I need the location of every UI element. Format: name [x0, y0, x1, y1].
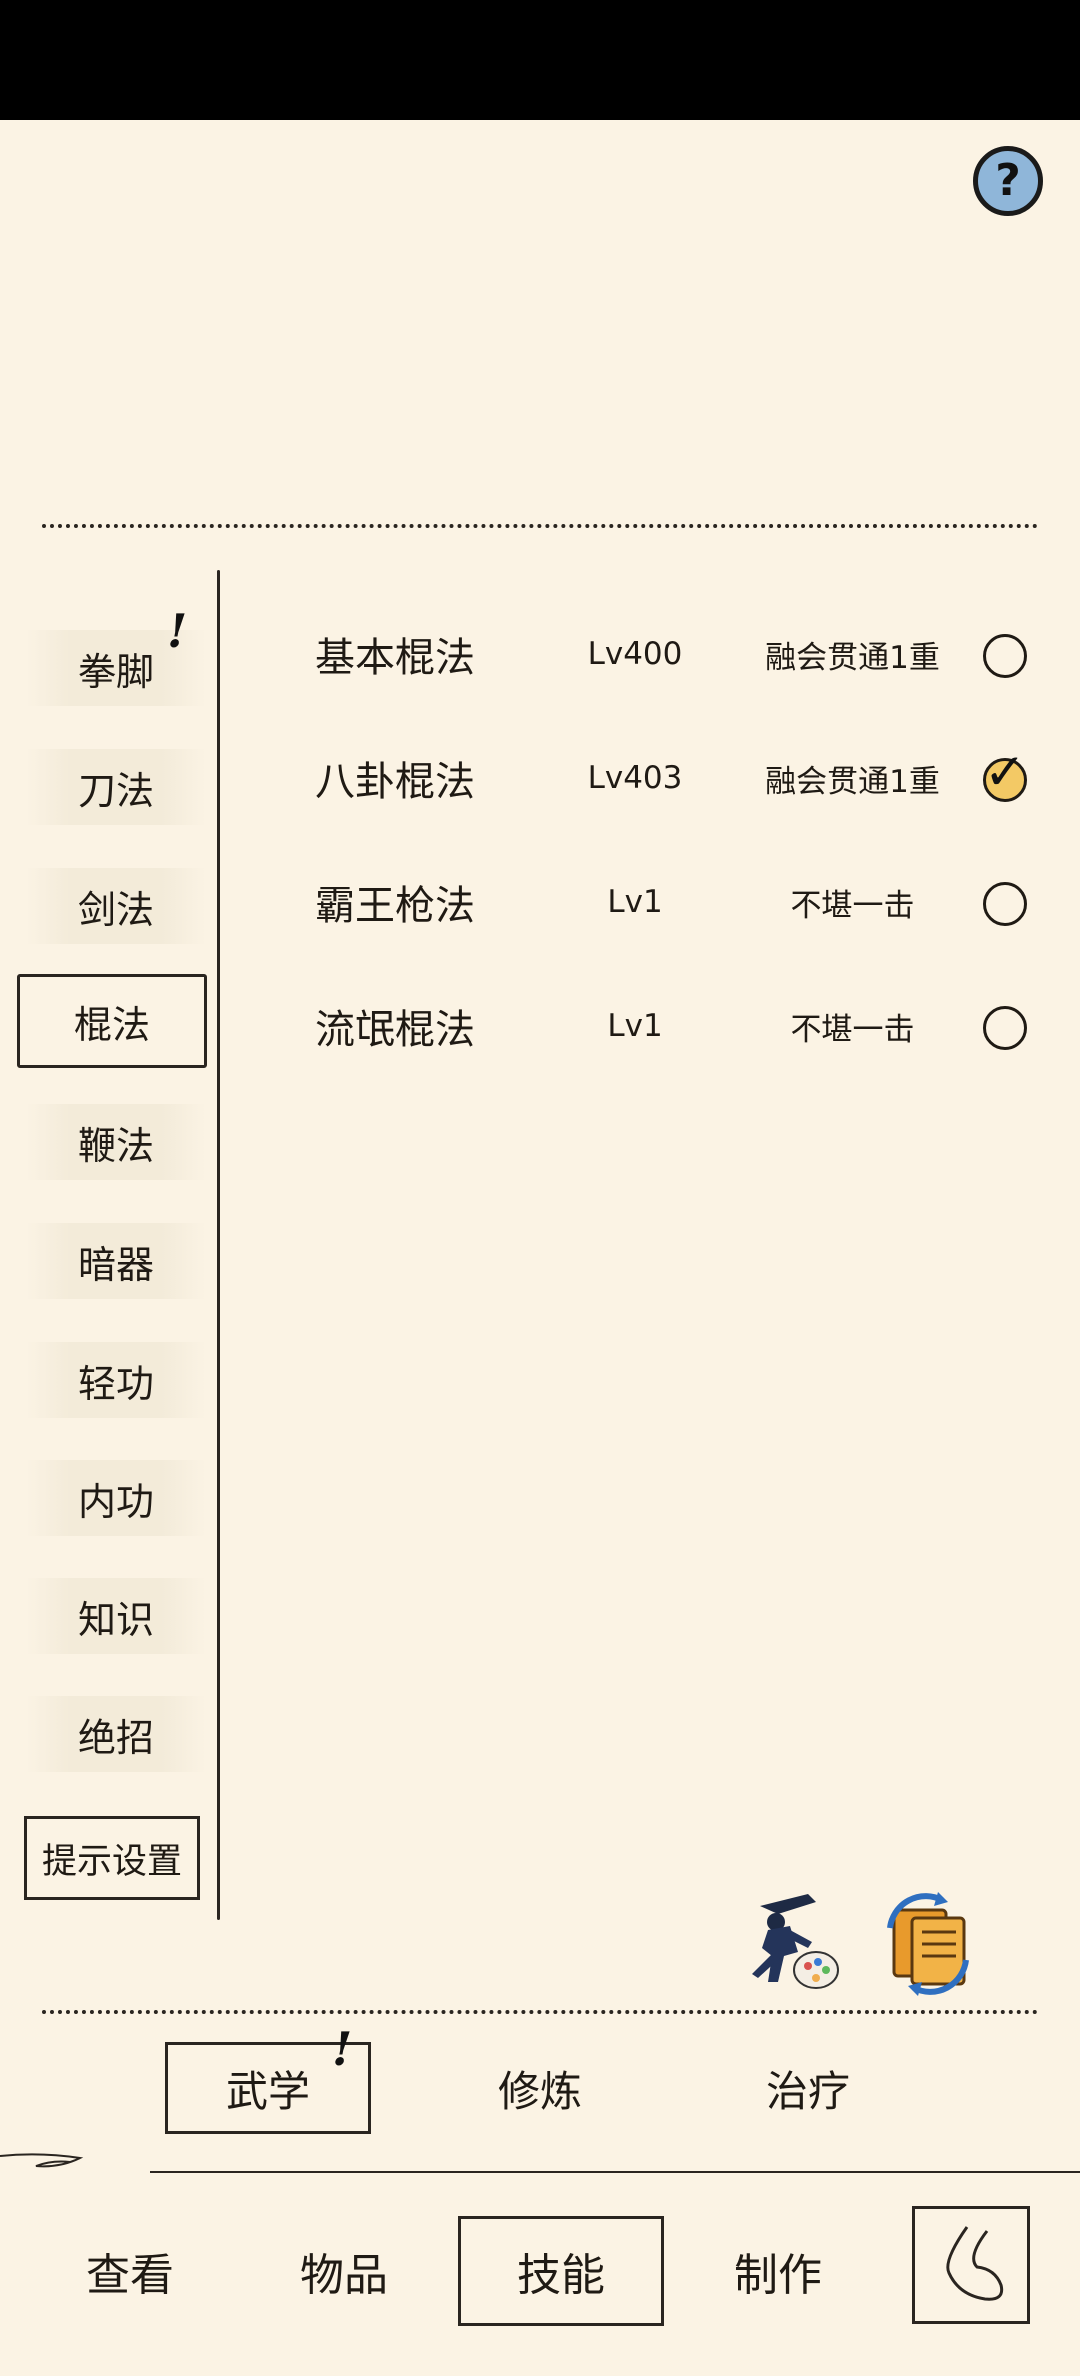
category-label: 轻功	[77, 1361, 154, 1406]
category-anqi[interactable]: 暗器	[26, 1223, 206, 1299]
martial-artist-palette-icon[interactable]	[738, 1886, 848, 1996]
new-badge-icon: !	[332, 2022, 353, 2076]
category-jianfa[interactable]: 剑法	[26, 868, 206, 944]
skill-level: Lv403	[587, 760, 683, 796]
category-label: 剑法	[77, 887, 154, 932]
category-label: 内功	[77, 1479, 154, 1524]
category-gunfa[interactable]: 棍法	[17, 974, 207, 1068]
skill-name: 八卦棍法	[315, 759, 475, 805]
check-icon: ✓	[984, 743, 1026, 801]
tab-label: 治疗	[765, 2066, 850, 2116]
nav-label: 查看	[86, 2250, 174, 2301]
equip-radio[interactable]	[983, 882, 1027, 926]
skill-level: Lv400	[587, 636, 683, 672]
tab-zhiliao[interactable]: 治疗	[708, 2042, 908, 2134]
skill-name: 霸王枪法	[315, 883, 475, 929]
category-zhishi[interactable]: 知识	[26, 1578, 206, 1654]
skill-name: 流氓棍法	[315, 1007, 475, 1053]
skill-level: Lv1	[607, 1008, 663, 1044]
nav-zhizuo[interactable]: 制作	[698, 2216, 858, 2326]
top-divider	[42, 524, 1038, 528]
swirl-divider	[0, 2153, 1080, 2173]
nav-chakan[interactable]: 查看	[50, 2216, 210, 2326]
skill-name: 基本棍法	[315, 635, 475, 681]
skill-rank: 融会贯通1重	[765, 763, 940, 800]
category-neigong[interactable]: 内功	[26, 1460, 206, 1536]
skill-rank: 融会贯通1重	[765, 639, 940, 676]
tab-label: 修炼	[497, 2066, 582, 2116]
bottom-divider	[42, 2010, 1038, 2014]
category-label: 知识	[77, 1597, 154, 1642]
sidebar-divider	[217, 570, 220, 1920]
category-qinggong[interactable]: 轻功	[26, 1342, 206, 1418]
nav-label: 制作	[734, 2250, 822, 2301]
skill-row[interactable]: 八卦棍法 Lv403 融会贯通1重 ✓	[270, 738, 1050, 818]
category-label: 绝招	[77, 1715, 154, 1760]
category-label: 棍法	[73, 1002, 150, 1047]
category-juezhao[interactable]: 绝招	[26, 1696, 206, 1772]
category-daofa[interactable]: 刀法	[26, 749, 206, 825]
nav-jineng[interactable]: 技能	[458, 2216, 664, 2326]
back-swirl-icon	[946, 2226, 1004, 2301]
category-bianfa[interactable]: 鞭法	[26, 1104, 206, 1180]
scroll-swap-icon[interactable]	[872, 1888, 982, 1998]
help-button[interactable]: ?	[973, 146, 1043, 216]
status-bar	[0, 0, 1080, 120]
equip-radio[interactable]	[983, 634, 1027, 678]
skill-row[interactable]: 霸王枪法 Lv1 不堪一击	[270, 862, 1050, 942]
nav-wupin[interactable]: 物品	[264, 2216, 424, 2326]
question-mark-icon: ?	[995, 155, 1021, 206]
category-label: 刀法	[77, 768, 154, 813]
skill-rank: 不堪一击	[790, 887, 915, 924]
tab-label: 武学	[225, 2066, 310, 2116]
equip-radio-checked[interactable]: ✓	[983, 747, 1027, 802]
skill-row[interactable]: 流氓棍法 Lv1 不堪一击	[270, 986, 1050, 1066]
skill-level: Lv1	[607, 884, 663, 920]
equip-radio[interactable]	[983, 1006, 1027, 1050]
nav-label: 技能	[517, 2250, 605, 2301]
new-badge-icon: !	[167, 604, 188, 658]
category-label: 拳脚	[77, 649, 154, 694]
category-label: 暗器	[77, 1242, 154, 1287]
skill-row[interactable]: 基本棍法 Lv400 融会贯通1重	[270, 614, 1050, 694]
hint-settings-label: 提示设置	[41, 1841, 182, 1882]
tab-xiulian[interactable]: 修炼	[440, 2042, 640, 2134]
category-label: 鞭法	[77, 1123, 154, 1168]
nav-label: 物品	[300, 2250, 388, 2301]
back-button[interactable]	[912, 2206, 1030, 2324]
hint-settings-button[interactable]: 提示设置	[24, 1816, 200, 1900]
skill-rank: 不堪一击	[790, 1011, 915, 1048]
